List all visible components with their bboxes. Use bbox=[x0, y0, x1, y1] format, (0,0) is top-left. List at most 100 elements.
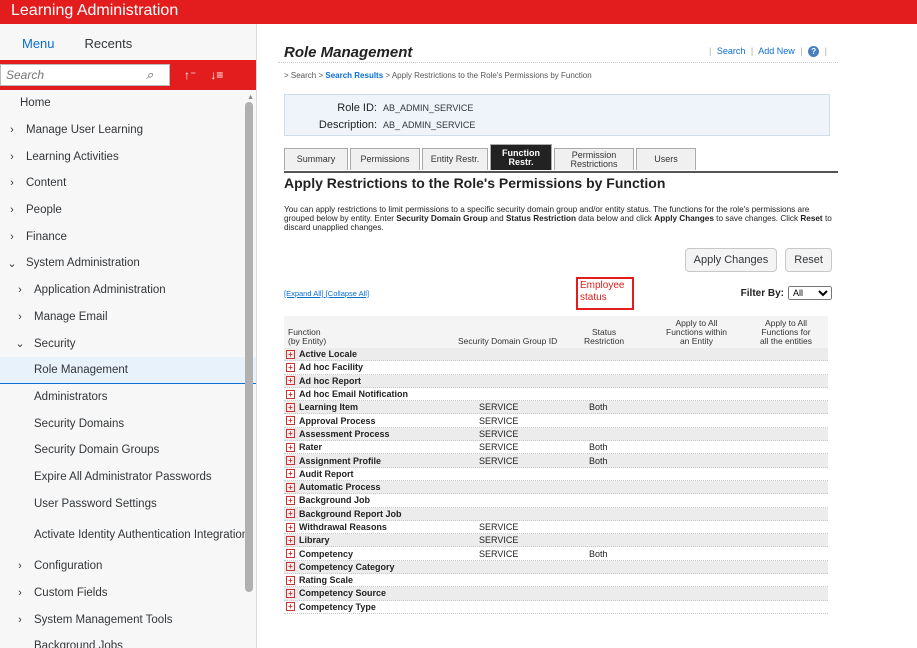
table-row: + Competency Source bbox=[284, 587, 828, 601]
expand-icon[interactable]: + bbox=[286, 495, 295, 505]
function-name: Audit Report bbox=[299, 468, 354, 479]
sidebar-item[interactable]: Administrators bbox=[0, 384, 256, 411]
chevron-right-icon: › bbox=[18, 560, 22, 573]
sidebar-item[interactable]: › Finance bbox=[0, 223, 256, 250]
tab-menu[interactable]: Menu bbox=[20, 36, 57, 60]
sidebar-item[interactable]: › Custom Fields bbox=[0, 580, 256, 607]
tab[interactable]: Users bbox=[636, 148, 696, 170]
search-input[interactable] bbox=[6, 68, 144, 82]
chevron-right-icon: › bbox=[10, 150, 14, 163]
table-row: + Automatic Process bbox=[284, 480, 828, 495]
tab[interactable]: Summary bbox=[284, 148, 348, 170]
tab[interactable]: Permissions bbox=[350, 148, 420, 170]
sidebar-item[interactable]: › People bbox=[0, 197, 256, 224]
add-new-link[interactable]: Add New bbox=[758, 46, 795, 56]
sidebar-item[interactable]: › Manage Email bbox=[0, 304, 256, 331]
expand-icon[interactable]: + bbox=[286, 549, 295, 559]
breadcrumb-prefix: > Search > bbox=[284, 71, 326, 80]
search-icon[interactable]: ⌕ bbox=[146, 67, 153, 83]
col-function: Function (by Entity) bbox=[288, 327, 327, 346]
sidebar-item-label: Custom Fields bbox=[34, 587, 108, 600]
sidebar-item[interactable]: › System Management Tools bbox=[0, 606, 256, 633]
function-name: Ad hoc Email Notification bbox=[299, 389, 409, 400]
expand-icon[interactable]: + bbox=[286, 349, 295, 359]
expand-icon[interactable]: + bbox=[286, 456, 295, 466]
function-name: Library bbox=[299, 535, 330, 546]
chevron-right-icon: › bbox=[18, 587, 22, 600]
table-row: + Competency Type bbox=[284, 601, 828, 614]
function-name: Ad hoc Report bbox=[299, 375, 361, 386]
apply-changes-button[interactable]: Apply Changes bbox=[684, 248, 778, 272]
sidebar-item[interactable]: Expire All Administrator Passwords bbox=[0, 464, 256, 491]
tab[interactable]: Function Restr. bbox=[490, 144, 552, 170]
filter-select[interactable]: All bbox=[788, 286, 832, 300]
chevron-right-icon: › bbox=[10, 124, 14, 137]
expand-all-link[interactable]: [Expand All] bbox=[284, 289, 324, 298]
security-domain-group: SERVICE bbox=[479, 415, 519, 426]
tab[interactable]: Entity Restr. bbox=[422, 148, 488, 170]
reset-button[interactable]: Reset bbox=[785, 248, 832, 272]
sidebar-item[interactable]: ⌄ System Administration bbox=[0, 250, 256, 277]
role-id-value: AB_ADMIN_SERVICE bbox=[383, 102, 474, 113]
help-icon[interactable]: ? bbox=[808, 46, 820, 57]
sidebar-item[interactable]: › Learning Activities bbox=[0, 143, 256, 170]
instructions-bold: Security Domain Group bbox=[396, 214, 488, 223]
table-row: + Assignment Profile SERVICE Both bbox=[284, 454, 828, 468]
sidebar-item-label: Learning Activities bbox=[26, 150, 119, 163]
sidebar-item-label: Content bbox=[26, 177, 67, 190]
expand-icon[interactable]: + bbox=[286, 602, 295, 612]
scroll-up-icon[interactable]: ▲ bbox=[247, 94, 254, 101]
sidebar-item-label: Manage Email bbox=[34, 310, 108, 323]
expand-icon[interactable]: + bbox=[286, 402, 295, 412]
sidebar-item[interactable]: Security Domain Groups bbox=[0, 437, 256, 464]
tab[interactable]: Permission Restrictions bbox=[554, 148, 634, 170]
instructions-text: data below and click bbox=[576, 214, 655, 223]
function-name: Competency Category bbox=[299, 561, 395, 572]
expand-icon[interactable]: + bbox=[286, 362, 295, 372]
sidebar-item-label: Administrators bbox=[34, 390, 108, 403]
expand-icon[interactable]: + bbox=[286, 416, 295, 426]
expand-icon[interactable]: + bbox=[286, 509, 295, 519]
function-name: Rater bbox=[299, 442, 323, 453]
sidebar-item[interactable]: › Manage User Learning bbox=[0, 117, 256, 144]
sort-ascending-icon[interactable]: ↑⁻ bbox=[184, 68, 196, 82]
expand-icon[interactable]: + bbox=[286, 588, 295, 598]
table-row: + Competency SERVICE Both bbox=[284, 547, 828, 561]
search-link[interactable]: Search bbox=[717, 46, 746, 56]
expand-icon[interactable]: + bbox=[286, 389, 295, 399]
function-name: Active Locale bbox=[299, 349, 358, 360]
sort-descending-icon[interactable]: ↓≡ bbox=[210, 68, 223, 82]
expand-icon[interactable]: + bbox=[286, 535, 295, 545]
chevron-right-icon: › bbox=[10, 230, 14, 243]
sidebar-item[interactable]: Role Management bbox=[0, 356, 256, 384]
expand-icon[interactable]: + bbox=[286, 442, 295, 452]
sidebar-item-label: Home bbox=[20, 97, 51, 110]
table-row: + Library SERVICE bbox=[284, 534, 828, 548]
expand-icon[interactable]: + bbox=[286, 522, 295, 532]
sidebar-item[interactable]: Activate Identity Authentication Integra… bbox=[0, 517, 256, 553]
sidebar-item[interactable]: Background Jobs bbox=[0, 633, 256, 648]
collapse-all-link[interactable]: [Collapse All] bbox=[326, 289, 369, 298]
expand-icon[interactable]: + bbox=[286, 482, 295, 492]
sidebar-item[interactable]: Security Domains bbox=[0, 410, 256, 437]
expand-icon[interactable]: + bbox=[286, 469, 295, 479]
sidebar-scrollbar[interactable] bbox=[245, 102, 253, 592]
status-restriction: Both bbox=[589, 402, 608, 413]
sidebar-item[interactable]: ⌄ Security bbox=[0, 330, 256, 357]
role-description-row: Description: AB_ ADMIN_SERVICE bbox=[285, 116, 829, 133]
sidebar-item-label: Security bbox=[34, 337, 76, 350]
sidebar-item[interactable]: User Password Settings bbox=[0, 490, 256, 517]
expand-icon[interactable]: + bbox=[286, 575, 295, 585]
breadcrumb-link[interactable]: Search Results bbox=[325, 71, 383, 80]
sidebar-item[interactable]: › Application Administration bbox=[0, 277, 256, 304]
sidebar-item-label: Role Management bbox=[34, 363, 128, 376]
tab-recents[interactable]: Recents bbox=[83, 36, 135, 60]
expand-icon[interactable]: + bbox=[286, 376, 295, 386]
sidebar-item[interactable]: › Content bbox=[0, 170, 256, 197]
sidebar-item[interactable]: › Configuration bbox=[0, 553, 256, 580]
sidebar-item-label: Security Domains bbox=[34, 417, 125, 430]
sidebar-item-label: User Password Settings bbox=[34, 497, 157, 510]
expand-icon[interactable]: + bbox=[286, 562, 295, 572]
expand-icon[interactable]: + bbox=[286, 429, 295, 439]
sidebar-item[interactable]: Home bbox=[0, 90, 256, 117]
